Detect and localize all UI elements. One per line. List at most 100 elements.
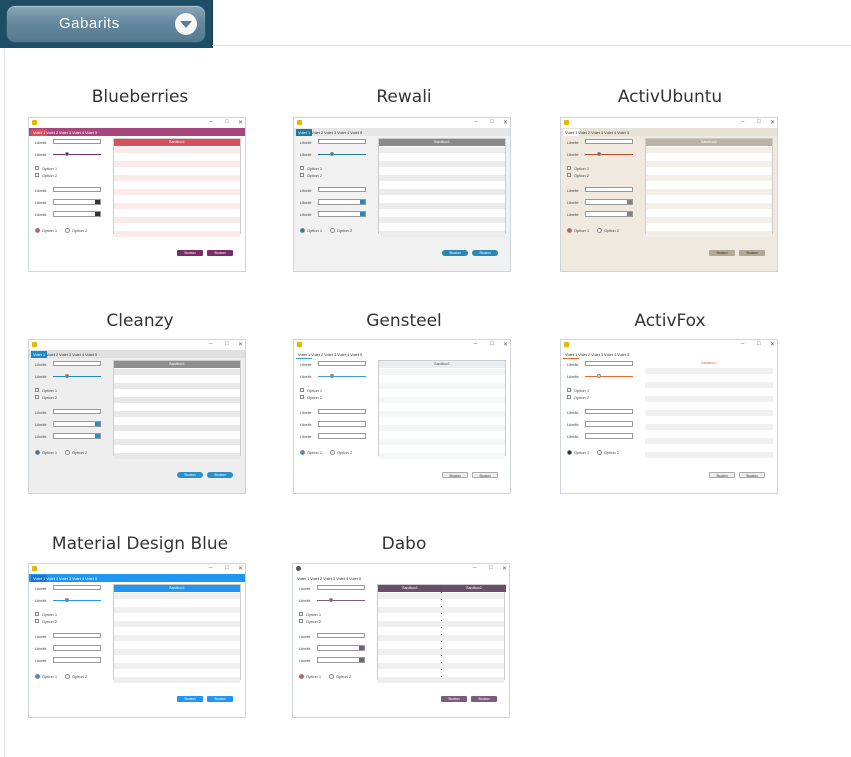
checkbox[interactable] xyxy=(35,388,39,392)
grid-column-header[interactable]: Sandbox1 xyxy=(379,361,505,368)
grid-row[interactable] xyxy=(114,453,240,459)
text-input[interactable] xyxy=(585,409,633,414)
select-dropdown[interactable] xyxy=(53,199,101,205)
grid-row[interactable] xyxy=(379,425,505,431)
grid-row[interactable] xyxy=(645,382,773,388)
select-dropdown[interactable] xyxy=(318,421,366,427)
bouton-button[interactable]: Bouton xyxy=(177,250,203,256)
select-dropdown[interactable] xyxy=(53,421,101,427)
slider-handle[interactable] xyxy=(330,152,334,156)
grid-row[interactable] xyxy=(379,404,505,410)
text-input[interactable] xyxy=(585,139,633,144)
grid-row[interactable] xyxy=(379,161,505,167)
grid-row[interactable] xyxy=(114,147,240,153)
grid-row[interactable] xyxy=(378,607,504,613)
grid-row[interactable] xyxy=(114,621,240,627)
slider-handle[interactable] xyxy=(65,374,69,378)
grid-row[interactable] xyxy=(646,154,772,160)
grid-row[interactable] xyxy=(379,231,505,237)
slider-handle[interactable] xyxy=(330,374,334,378)
grid-row[interactable] xyxy=(114,217,240,223)
grid-row[interactable] xyxy=(114,642,240,648)
bouton-button[interactable]: Bouton xyxy=(472,250,498,256)
grid-row[interactable] xyxy=(379,196,505,202)
grid-row[interactable] xyxy=(114,628,240,634)
grid-row[interactable] xyxy=(646,203,772,209)
grid-row[interactable] xyxy=(378,677,504,683)
radio-button[interactable] xyxy=(300,228,305,233)
grid-row[interactable] xyxy=(646,224,772,230)
radio-button[interactable] xyxy=(330,450,335,455)
grid-row[interactable] xyxy=(645,424,773,430)
template-thumbnail[interactable]: – □ ✕ Volet 1 Volet 2 Volet 3 Volet 4 Volet 5 Li… xyxy=(28,563,246,718)
slider-handle[interactable] xyxy=(597,152,601,156)
checkbox[interactable] xyxy=(35,619,39,623)
grid-row[interactable] xyxy=(645,452,773,458)
select-dropdown[interactable] xyxy=(585,211,633,217)
grid-row[interactable] xyxy=(114,203,240,209)
text-input[interactable] xyxy=(317,585,365,590)
data-grid[interactable]: Sandbox1 xyxy=(113,584,241,683)
bouton-button[interactable]: Bouton xyxy=(471,696,497,702)
bouton-button[interactable]: Bouton xyxy=(207,696,233,702)
grid-row[interactable] xyxy=(114,154,240,160)
template-thumbnail[interactable]: – □ ✕ Volet 1 Volet 2 Volet 3 Volet 4 Volet 5 Li… xyxy=(560,117,778,272)
radio-button[interactable] xyxy=(35,450,40,455)
template-title[interactable]: Material Design Blue xyxy=(30,534,250,554)
grid-row[interactable] xyxy=(114,600,240,606)
grid-row[interactable] xyxy=(379,175,505,181)
grid-row[interactable] xyxy=(114,670,240,676)
text-input[interactable] xyxy=(53,585,101,590)
text-input[interactable] xyxy=(53,139,101,144)
slider-track[interactable] xyxy=(318,154,366,155)
grid-row[interactable] xyxy=(114,418,240,424)
text-input[interactable] xyxy=(53,361,101,366)
grid-row[interactable] xyxy=(114,656,240,662)
template-thumbnail[interactable]: – □ ✕ Volet 1 Volet 2 Volet 3 Volet 4 Volet 5 Li… xyxy=(292,563,510,718)
radio-button[interactable] xyxy=(597,450,602,455)
grid-row[interactable] xyxy=(646,168,772,174)
grid-row[interactable] xyxy=(114,189,240,195)
select-dropdown[interactable] xyxy=(53,657,101,663)
grid-row[interactable] xyxy=(379,217,505,223)
template-thumbnail[interactable]: – □ ✕ Volet 1 Volet 2 Volet 3 Volet 4 Volet 5 Li… xyxy=(28,117,246,272)
bouton-button[interactable]: Bouton xyxy=(207,250,233,256)
slider-track[interactable] xyxy=(53,600,101,601)
text-input[interactable] xyxy=(585,187,633,192)
grid-row[interactable] xyxy=(379,189,505,195)
tab-volet-5[interactable]: Volet 5 xyxy=(83,575,99,582)
grid-row[interactable] xyxy=(379,369,505,375)
tab-volet-5[interactable]: Volet 5 xyxy=(347,575,363,582)
bouton-button[interactable]: Bouton xyxy=(739,250,765,256)
grid-row[interactable] xyxy=(646,196,772,202)
template-title[interactable]: Gensteel xyxy=(294,311,514,331)
checkbox[interactable] xyxy=(299,619,303,623)
radio-button[interactable] xyxy=(329,674,334,679)
grid-row[interactable] xyxy=(114,593,240,599)
tab-volet-5[interactable]: Volet 5 xyxy=(83,351,99,358)
slider-track[interactable] xyxy=(53,376,101,377)
checkbox[interactable] xyxy=(567,166,571,170)
grid-row[interactable] xyxy=(379,418,505,424)
select-dropdown[interactable] xyxy=(585,199,633,205)
select-dropdown[interactable] xyxy=(317,645,365,651)
template-title[interactable]: Blueberries xyxy=(30,87,250,107)
template-title[interactable]: Rewali xyxy=(294,87,514,107)
text-input[interactable] xyxy=(318,361,366,366)
select-dropdown[interactable] xyxy=(318,211,366,217)
grid-row[interactable] xyxy=(378,656,504,662)
select-dropdown[interactable] xyxy=(585,433,633,439)
grid-row[interactable] xyxy=(378,621,504,627)
grid-row[interactable] xyxy=(114,663,240,669)
grid-row[interactable] xyxy=(646,175,772,181)
grid-row[interactable] xyxy=(114,677,240,683)
radio-button[interactable] xyxy=(567,450,572,455)
grid-row[interactable] xyxy=(378,635,504,641)
template-thumbnail[interactable]: – □ ✕ Volet 1 Volet 2 Volet 3 Volet 4 Volet 5 Li… xyxy=(28,339,246,494)
radio-button[interactable] xyxy=(35,674,40,679)
checkbox[interactable] xyxy=(299,612,303,616)
data-grid[interactable]: Sandbox1 xyxy=(113,360,241,459)
grid-row[interactable] xyxy=(114,182,240,188)
text-input[interactable] xyxy=(318,187,366,192)
grid-row[interactable] xyxy=(645,389,773,395)
